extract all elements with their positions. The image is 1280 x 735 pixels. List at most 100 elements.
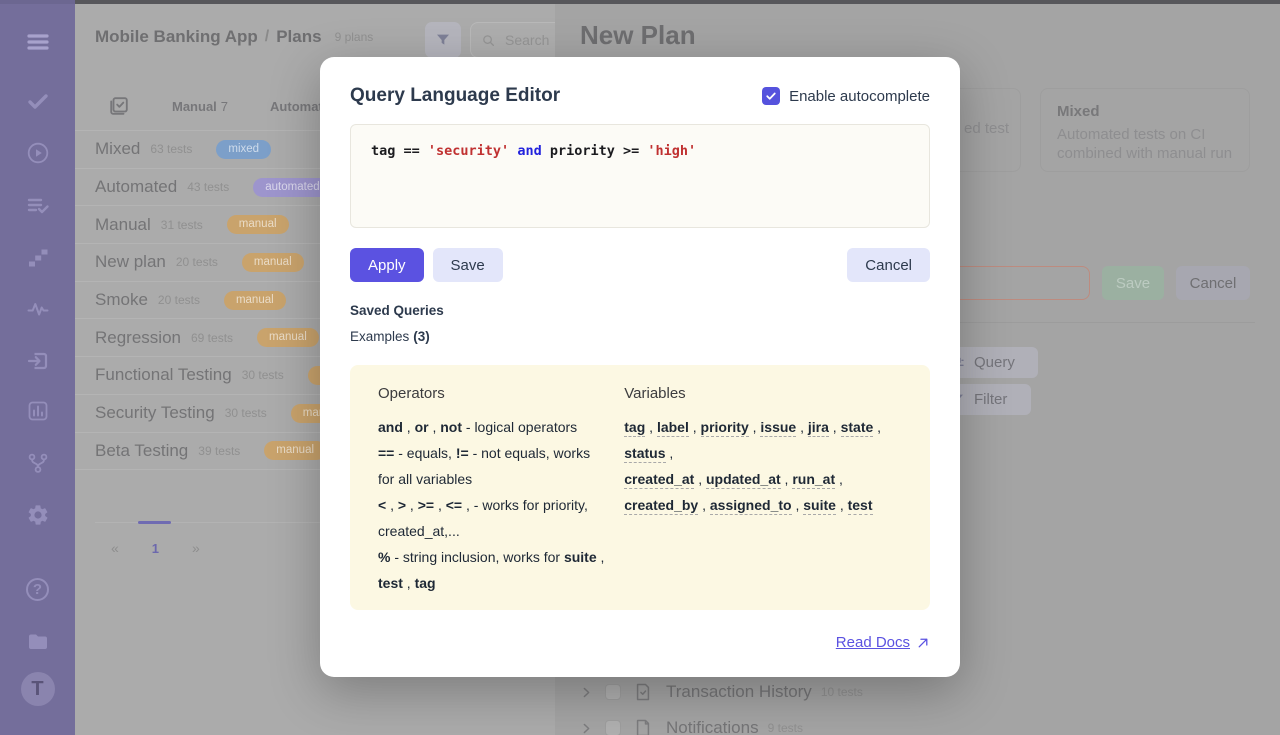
plan-badge: mixed: [216, 140, 271, 159]
plan-test-count: 20 tests: [158, 293, 200, 307]
check-icon[interactable]: [0, 89, 75, 113]
variables-line: created_by , assigned_to , suite , test: [624, 492, 902, 518]
plan-name: Mixed: [95, 139, 140, 159]
card-title: Mixed: [1057, 103, 1233, 120]
apply-button[interactable]: Apply: [350, 248, 424, 282]
pagination-active-indicator: [138, 521, 171, 524]
autocomplete-checkbox[interactable]: [762, 87, 780, 105]
arrow-up-right-icon: [916, 636, 930, 650]
plan-badge: manual: [242, 253, 304, 272]
plan-badge: manual: [257, 328, 319, 347]
suite-name[interactable]: Transaction History: [666, 682, 812, 702]
operators-column: Operators and , or , not - logical opera…: [378, 385, 624, 596]
suite-checkbox[interactable]: [605, 684, 621, 700]
question-circle-icon[interactable]: ?: [0, 578, 75, 601]
steps-icon[interactable]: [0, 245, 75, 269]
variables-line: tag , label , priority , issue , jira , …: [624, 414, 902, 466]
query-button-label: Query: [974, 354, 1015, 371]
modal-cancel-button[interactable]: Cancel: [847, 248, 930, 282]
search-input[interactable]: [505, 32, 555, 48]
operators-title: Operators: [378, 385, 610, 402]
suite-row-notifications[interactable]: Notifications 9 tests: [580, 718, 803, 735]
plan-name: Beta Testing: [95, 441, 188, 461]
chevron-right-icon[interactable]: [580, 722, 593, 735]
breadcrumb-project[interactable]: Mobile Banking App: [95, 27, 258, 47]
plan-test-count: 31 tests: [161, 218, 203, 232]
plan-test-count: 39 tests: [198, 444, 240, 458]
checklist-icon[interactable]: [108, 95, 130, 117]
tab-manual[interactable]: Manual 7: [172, 99, 228, 114]
variables-title: Variables: [624, 385, 902, 402]
operators-line: % - string inclusion, works for suite , …: [378, 544, 610, 596]
plans-filter-button[interactable]: [425, 22, 461, 58]
examples-label: Examples: [350, 329, 409, 344]
save-query-button[interactable]: Save: [433, 248, 503, 282]
app-logo[interactable]: T: [0, 672, 75, 706]
plans-count-label: 9 plans: [335, 30, 374, 44]
folder-icon[interactable]: [0, 630, 75, 654]
operators-line: and , or , not - logical operators: [378, 414, 610, 440]
suite-test-count: 10 tests: [821, 685, 863, 699]
bar-chart-icon[interactable]: [0, 399, 75, 423]
examples-section-toggle[interactable]: Examples (3): [350, 329, 930, 344]
plan-test-count: 20 tests: [176, 255, 218, 269]
examples-count: (3): [413, 329, 430, 344]
tab-manual-count: 7: [221, 99, 228, 114]
plan-name: Manual: [95, 215, 151, 235]
plan-title-input[interactable]: [940, 266, 1090, 300]
app-root: ? T Mobile Banking App / Plans 9 plans: [0, 0, 1280, 735]
search-icon: [481, 33, 496, 48]
autocomplete-label: Enable autocomplete: [789, 88, 930, 105]
gear-icon[interactable]: [0, 503, 75, 527]
read-docs-label: Read Docs: [836, 634, 910, 651]
question-glyph: ?: [26, 578, 49, 601]
plans-search: [470, 22, 555, 58]
play-circle-icon[interactable]: [0, 141, 75, 165]
operators-line: == - equals, != - not equals, works for …: [378, 440, 610, 492]
pagination-prev-button[interactable]: «: [111, 540, 119, 556]
list-check-icon[interactable]: [0, 193, 75, 217]
hamburger-menu-icon[interactable]: [0, 30, 75, 54]
plan-badge: manual: [264, 441, 326, 460]
plan-name: Functional Testing: [95, 365, 232, 385]
plan-test-count: 30 tests: [225, 406, 267, 420]
activity-icon[interactable]: [0, 297, 75, 321]
query-code-line: tag == 'security' and priority >= 'high': [371, 143, 909, 159]
modal-title: Query Language Editor: [350, 85, 560, 107]
plan-name: Security Testing: [95, 403, 215, 423]
logo-glyph: T: [21, 672, 55, 706]
tab-manual-label: Manual: [172, 99, 217, 114]
sign-in-icon[interactable]: [0, 349, 75, 373]
check-icon: [765, 90, 777, 102]
breadcrumb-page[interactable]: Plans: [276, 27, 321, 47]
suite-name[interactable]: Notifications: [666, 718, 759, 735]
chevron-right-icon[interactable]: [580, 686, 593, 699]
pagination: « 1 »: [75, 540, 200, 556]
query-code-editor[interactable]: tag == 'security' and priority >= 'high': [350, 124, 930, 228]
plan-name: Regression: [95, 328, 181, 348]
pagination-next-button[interactable]: »: [192, 540, 200, 556]
breadcrumb: Mobile Banking App / Plans 9 plans: [95, 27, 373, 47]
top-strip-content: [75, 0, 1280, 4]
plan-test-count: 63 tests: [150, 142, 192, 156]
page-title: New Plan: [580, 20, 696, 51]
document-check-icon: [633, 682, 653, 702]
saved-queries-section-toggle[interactable]: Saved Queries: [350, 303, 930, 318]
plan-save-button[interactable]: Save: [1102, 266, 1164, 300]
top-strip-sidebar: [0, 0, 75, 4]
read-docs-link[interactable]: Read Docs: [836, 634, 930, 651]
plan-test-count: 69 tests: [191, 331, 233, 345]
suite-test-count: 9 tests: [768, 721, 803, 735]
query-help-box: Operators and , or , not - logical opera…: [350, 365, 930, 610]
pagination-page-1[interactable]: 1: [152, 541, 159, 556]
operators-line: < , > , >= , <= , - works for priority, …: [378, 492, 610, 544]
suite-checkbox[interactable]: [605, 720, 621, 735]
branch-icon[interactable]: [0, 451, 75, 475]
suite-row-transaction-history[interactable]: Transaction History 10 tests: [580, 682, 863, 702]
query-language-editor-modal: Query Language Editor Enable autocomplet…: [320, 57, 960, 677]
plan-cancel-button[interactable]: Cancel: [1176, 266, 1250, 300]
breadcrumb-separator: /: [265, 28, 269, 46]
card-fragment-text: ed test: [964, 120, 1009, 137]
plan-type-card-mixed[interactable]: Mixed Automated tests on CI combined wit…: [1040, 88, 1250, 172]
enable-autocomplete-toggle[interactable]: Enable autocomplete: [762, 87, 930, 105]
